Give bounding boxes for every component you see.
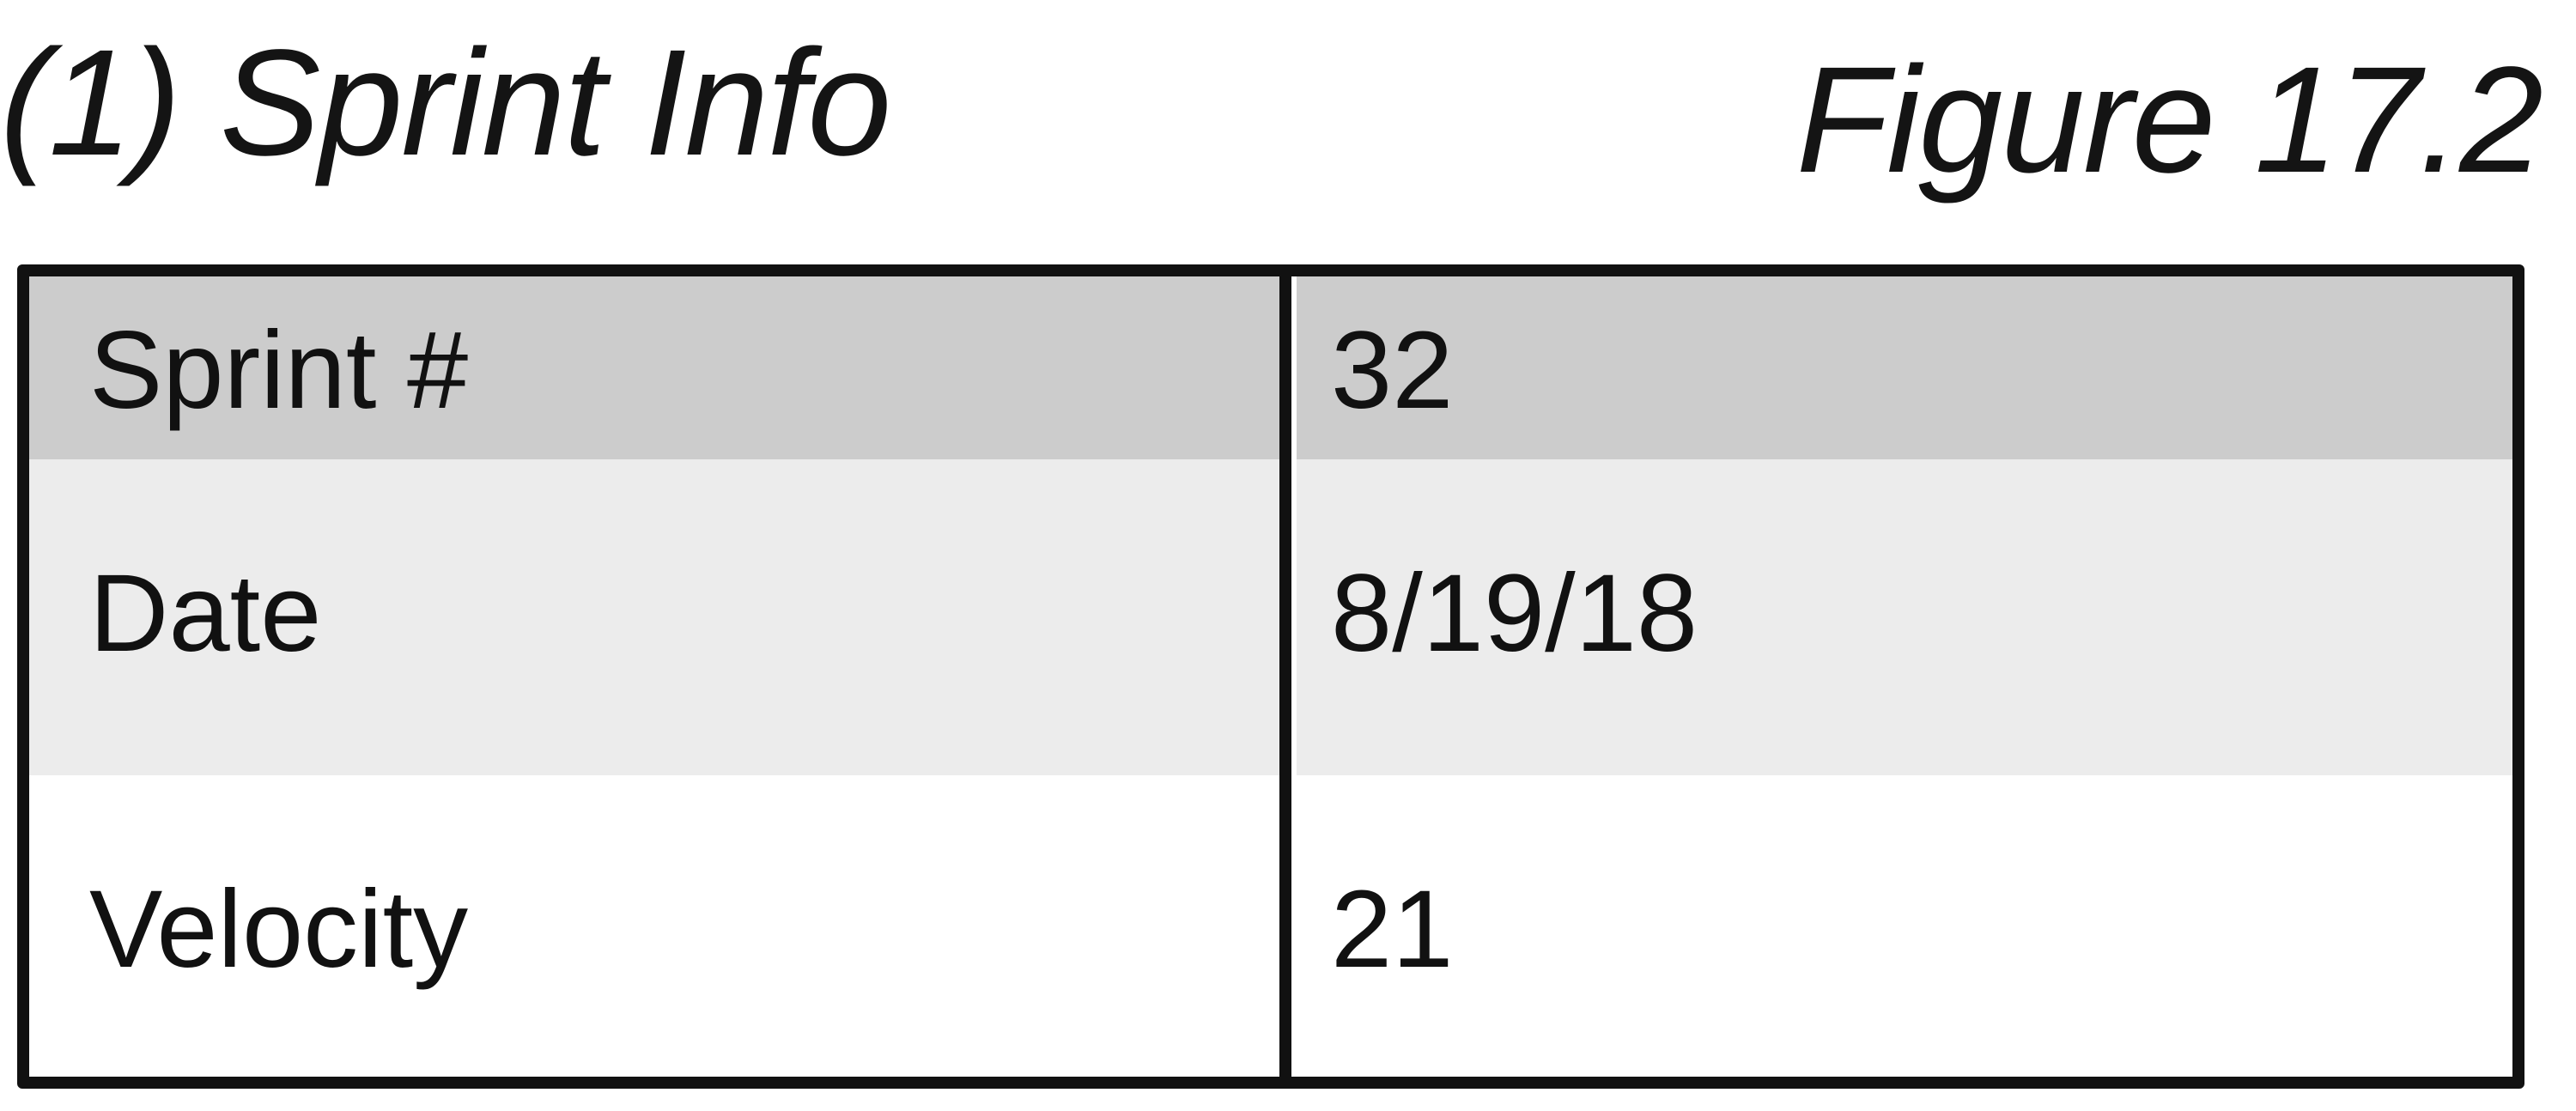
row-label: Date [89,552,322,675]
column-divider [1279,276,1291,1077]
row-label: Velocity [89,868,469,991]
row-label-cell: Date [29,459,1279,775]
row-label: Sprint # [89,309,469,432]
figure-label: Figure 17.2 [1795,36,2543,204]
row-value-cell: 32 [1297,276,2512,459]
table-row-sprint-number: Sprint # 32 [29,276,2512,459]
row-value-cell: 8/19/18 [1297,459,2512,775]
row-label-cell: Sprint # [29,276,1279,459]
sprint-info-table: Sprint # 32 Date 8/19/18 Velocity 21 [17,264,2524,1089]
table-row-velocity: Velocity 21 [29,775,2512,1077]
section-title: (1) Sprint Info [0,19,891,187]
row-value-cell: 21 [1297,775,2512,1077]
row-value: 8/19/18 [1331,552,1698,675]
row-label-cell: Velocity [29,775,1279,1077]
table-row-date: Date 8/19/18 [29,459,2512,775]
table-frame: Sprint # 32 Date 8/19/18 Velocity 21 [17,264,2524,1089]
row-value: 32 [1331,309,1454,432]
row-value: 21 [1331,868,1454,991]
